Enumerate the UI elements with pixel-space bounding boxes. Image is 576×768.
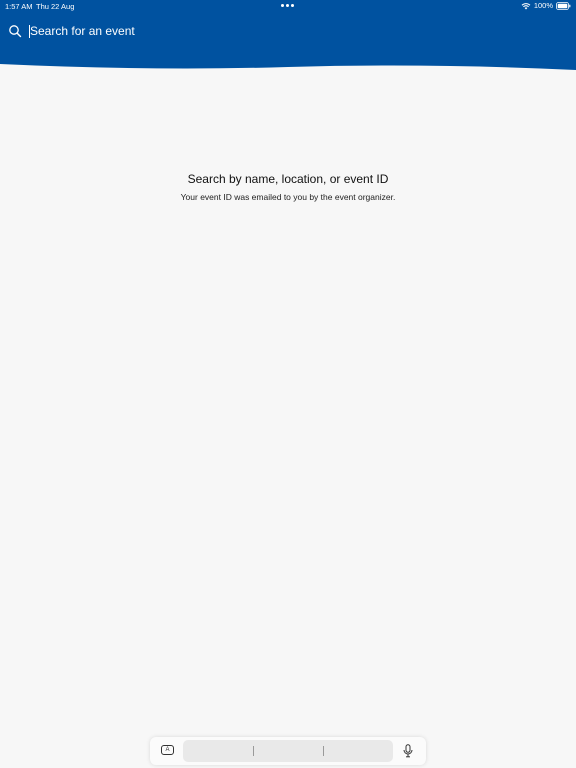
suggestion-divider [323, 746, 324, 756]
search-icon [9, 25, 22, 38]
status-right-group: 100% [521, 1, 571, 10]
battery-icon [556, 1, 571, 10]
keyboard-icon[interactable]: A [161, 745, 174, 755]
status-bar: 1:57 AM Thu 22 Aug 100% [0, 0, 576, 14]
suggestion-divider [253, 746, 254, 756]
empty-state-title: Search by name, location, or event ID [187, 172, 389, 186]
predictive-text-bar[interactable] [183, 740, 393, 762]
multitasking-dots-icon[interactable] [281, 4, 294, 7]
search-input[interactable]: Search for an event [30, 24, 135, 38]
empty-state-subtitle: Your event ID was emailed to you by the … [180, 192, 396, 202]
search-field[interactable]: Search for an event [8, 20, 548, 42]
microphone-icon[interactable] [403, 744, 413, 758]
battery-percent: 100% [533, 1, 553, 10]
status-date: Thu 22 Aug [36, 2, 75, 11]
header: 1:57 AM Thu 22 Aug 100% Search for an ev… [0, 0, 576, 80]
status-time: 1:57 AM [5, 2, 33, 11]
keyboard-shortcut-bar: A [150, 737, 426, 765]
wifi-icon [521, 2, 531, 9]
